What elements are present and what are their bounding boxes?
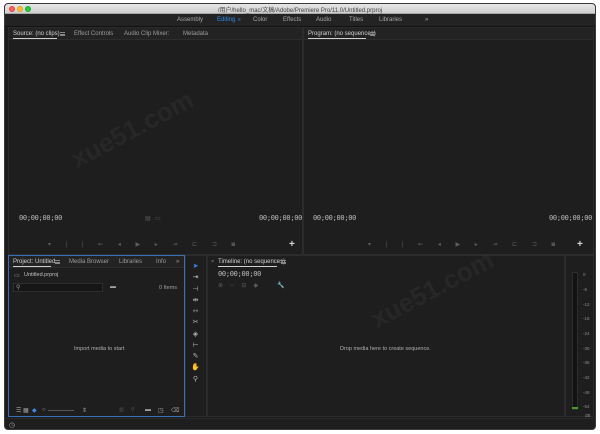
meter-label: -54 — [583, 404, 590, 409]
slip-tool-icon[interactable]: ◈ — [191, 330, 200, 339]
list-view-icon[interactable]: ☰ — [16, 407, 21, 414]
title-bar: /用户/hello_mac/文稿/Adobe/Premiere Pro/11.0… — [5, 4, 595, 14]
project-panel: Project: Untitled Media Browser Librarie… — [8, 255, 185, 417]
project-tab-row: Project: Untitled Media Browser Librarie… — [9, 256, 184, 268]
project-tabs-overflow-icon[interactable]: » — [176, 259, 179, 265]
icon-view-icon[interactable]: ▦ — [23, 407, 29, 414]
tab-source[interactable]: Source: (no clips) — [13, 31, 60, 37]
new-bin-icon[interactable]: ▬ — [145, 407, 151, 413]
freeform-view-icon[interactable]: ◆ — [32, 407, 37, 414]
rolling-edit-tool-icon[interactable]: ⇹ — [191, 296, 200, 305]
workspace-titles[interactable]: Titles — [349, 17, 363, 23]
meter-label: -48 — [583, 390, 590, 395]
ripple-edit-tool-icon[interactable]: ⊣ — [191, 285, 200, 294]
meter-label: -18 — [583, 316, 590, 321]
timeline-toolbar-icons[interactable]: ⊕∩⊟◆ — [218, 283, 265, 289]
tab-audio-clip-mixer[interactable]: Audio Clip Mixer: — [124, 31, 169, 37]
timeline-tab-underline — [218, 266, 277, 267]
audio-meter-bar-left — [572, 272, 578, 410]
meter-label: -12 — [583, 302, 590, 307]
source-monitor-panel: Source: (no clips) Effect Controls Audio… — [8, 27, 303, 255]
tab-effect-controls[interactable]: Effect Controls — [74, 31, 113, 37]
selection-tool-icon[interactable]: ➤ — [191, 262, 200, 271]
project-item-count: 0 Items — [159, 285, 178, 291]
project-file-name: Untitled.prproj — [24, 272, 59, 278]
project-search-input[interactable]: ⚲ — [13, 283, 103, 292]
pen-tool-icon[interactable]: ✎ — [191, 352, 200, 361]
razor-tool-icon[interactable]: ✂ — [191, 318, 200, 327]
source-panel-menu-icon[interactable] — [60, 32, 65, 36]
audio-meter-level — [572, 407, 578, 409]
program-duration-timecode: 00;00;00;00 — [549, 214, 593, 222]
meter-label: -6 — [583, 287, 588, 292]
source-tab-underline — [13, 38, 57, 39]
slide-tool-icon[interactable]: ⊢ — [191, 341, 200, 350]
rate-stretch-tool-icon[interactable]: ⇿ — [191, 307, 200, 316]
hand-tool-icon[interactable]: ✋ — [191, 363, 200, 372]
program-tab-underline — [308, 38, 366, 39]
program-transport-controls[interactable]: ▾ | | ⇤ ◂ ▶ ▸ ⇥ ⊏ ⊐ ◙ — [368, 242, 562, 248]
timeline-playhead-timecode[interactable]: 00;00;00;00 — [218, 270, 261, 278]
program-tab-row: Program: (no sequences) — [304, 28, 593, 40]
meter-label: -30 — [583, 346, 590, 351]
program-monitor-panel: Program: (no sequences) 00;00;00;00 00;0… — [303, 27, 594, 255]
program-add-button-icon[interactable]: + — [577, 240, 583, 250]
sort-icon[interactable]: ⇕ — [82, 407, 87, 414]
workspace-bar: Assembly Editing ≡ Color Effects Audio T… — [5, 14, 595, 27]
clear-icon[interactable]: ⌫ — [171, 407, 179, 414]
tab-timeline[interactable]: Timeline: (no sequences) — [218, 259, 285, 265]
workspace-assembly[interactable]: Assembly — [177, 17, 203, 23]
project-file-icon: ▭ — [14, 273, 20, 279]
project-tab-underline — [13, 266, 51, 267]
timeline-drop-hint: Drop media here to create sequence. — [340, 346, 431, 352]
tab-media-browser[interactable]: Media Browser — [69, 259, 109, 265]
find-icon[interactable]: ⚲ — [131, 407, 135, 413]
new-bin-folder-icon[interactable]: ▬ — [110, 284, 116, 290]
track-select-tool-icon[interactable]: ⇥ — [191, 273, 200, 282]
premiere-window: /用户/hello_mac/文稿/Adobe/Premiere Pro/11.0… — [4, 3, 596, 430]
timeline-panel: × Timeline: (no sequences) 00;00;00;00 ⊕… — [207, 255, 565, 417]
workspace-overflow-icon[interactable]: » — [425, 17, 428, 23]
new-item-icon[interactable]: ◳ — [158, 407, 164, 414]
workspace-libraries[interactable]: Libraries — [379, 17, 402, 23]
tab-info[interactable]: Info — [156, 259, 166, 265]
source-duration-timecode: 00;00;00;00 — [259, 214, 303, 222]
source-settings-icon[interactable]: ▤ — [145, 216, 151, 222]
timeline-close-icon[interactable]: × — [211, 259, 214, 265]
import-media-hint: Import media to start — [74, 346, 125, 352]
meter-label: 0 — [583, 272, 586, 277]
meter-label: -36 — [583, 360, 590, 365]
status-bar: ◷ — [5, 418, 595, 429]
window-title: /用户/hello_mac/文稿/Adobe/Premiere Pro/11.0… — [217, 8, 383, 14]
timeline-panel-menu-icon[interactable] — [281, 260, 286, 264]
source-fit-icon[interactable]: ▭ — [155, 216, 161, 222]
zoom-tool-icon[interactable]: ⚲ — [191, 375, 200, 384]
tab-libraries[interactable]: Libraries — [119, 259, 142, 265]
meter-label: -42 — [583, 375, 590, 380]
program-panel-menu-icon[interactable] — [370, 32, 375, 36]
meter-label: -24 — [583, 331, 590, 336]
program-playhead-timecode[interactable]: 00;00;00;00 — [313, 214, 356, 222]
tab-metadata[interactable]: Metadata — [183, 31, 208, 37]
source-playhead-timecode[interactable]: 00;00;00;00 — [19, 214, 62, 222]
workspace-effects[interactable]: Effects — [283, 17, 301, 23]
source-tab-row: Source: (no clips) Effect Controls Audio… — [9, 28, 302, 40]
zoom-slider[interactable] — [48, 410, 74, 411]
tab-project[interactable]: Project: Untitled — [13, 259, 55, 265]
search-icon: ⚲ — [16, 285, 21, 291]
zoom-small-icon: ○ — [42, 407, 46, 413]
project-panel-menu-icon[interactable] — [55, 260, 60, 264]
workspace-audio[interactable]: Audio — [316, 17, 331, 23]
status-icon[interactable]: ◷ — [9, 421, 15, 429]
workspace-color[interactable]: Color — [253, 17, 267, 23]
source-transport-controls[interactable]: ▾ | | ⇤ ◂ ▶ ▸ ⇥ ⊏ ⊐ ◙ — [48, 242, 242, 248]
timeline-wrench-icon[interactable]: 🔧 — [277, 283, 284, 289]
workspace-editing[interactable]: Editing — [217, 17, 235, 23]
tab-program[interactable]: Program: (no sequences) — [308, 31, 376, 37]
automate-to-sequence-icon[interactable]: ▥ — [119, 407, 124, 413]
workspace-editing-menu-icon[interactable]: ≡ — [238, 17, 241, 23]
source-add-button-icon[interactable]: + — [289, 240, 295, 250]
